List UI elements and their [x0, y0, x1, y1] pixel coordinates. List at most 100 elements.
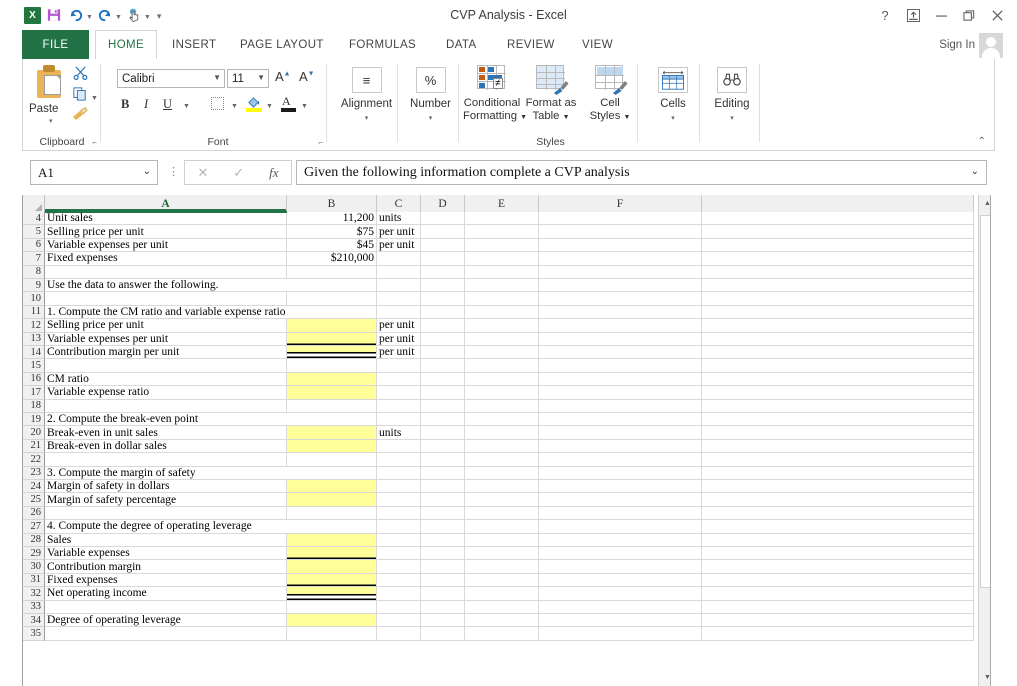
- cell-A23[interactable]: 3. Compute the margin of safety: [45, 467, 287, 480]
- tab-data[interactable]: DATA: [434, 30, 489, 59]
- tab-file[interactable]: FILE: [22, 30, 89, 59]
- column-header-B[interactable]: B: [287, 195, 377, 212]
- cell-F23[interactable]: [539, 466, 702, 480]
- cell-C6[interactable]: per unit: [377, 238, 421, 253]
- row-header-13[interactable]: 13: [23, 332, 45, 346]
- cell-D12[interactable]: [421, 319, 465, 333]
- paste-dropdown-caret[interactable]: ▾: [49, 117, 53, 125]
- cell-E15[interactable]: [465, 359, 539, 373]
- cell-B15[interactable]: [287, 359, 377, 373]
- cell-B30[interactable]: [287, 560, 377, 574]
- cell-C13[interactable]: per unit: [377, 332, 421, 346]
- row-header-23[interactable]: 23: [23, 466, 45, 480]
- cell-E12[interactable]: [465, 319, 539, 333]
- cell-D24[interactable]: [421, 480, 465, 494]
- restore-button[interactable]: [955, 4, 983, 26]
- cell-A31[interactable]: Fixed expenses: [45, 573, 287, 588]
- cell-C35[interactable]: [377, 627, 421, 641]
- cell-E8[interactable]: [465, 265, 539, 279]
- cell-B7[interactable]: $210,000: [287, 252, 377, 266]
- cell-B21[interactable]: [287, 439, 377, 454]
- italic-button[interactable]: I: [144, 97, 148, 112]
- avatar[interactable]: [979, 33, 1003, 58]
- cell-F33[interactable]: [539, 600, 702, 614]
- column-header-C[interactable]: C: [377, 195, 421, 212]
- redo-dropdown-caret[interactable]: ▼: [115, 14, 122, 21]
- touch-mouse-mode-icon[interactable]: [124, 5, 144, 25]
- font-size-input[interactable]: 11 ▼: [227, 69, 269, 88]
- cell-E18[interactable]: [465, 399, 539, 413]
- cell-E13[interactable]: [465, 332, 539, 346]
- cell-G28[interactable]: [702, 533, 974, 547]
- paste-button[interactable]: Paste: [29, 103, 58, 115]
- cell-E10[interactable]: [465, 292, 539, 306]
- undo-icon[interactable]: [66, 5, 86, 25]
- cell-G30[interactable]: [702, 560, 974, 574]
- cell-C19[interactable]: [377, 413, 421, 427]
- cell-A18[interactable]: [45, 399, 287, 413]
- cell-G34[interactable]: [702, 614, 974, 628]
- cell-D23[interactable]: [421, 466, 465, 480]
- cell-E21[interactable]: [465, 439, 539, 454]
- cell-G20[interactable]: [702, 426, 974, 440]
- cell-A35[interactable]: [45, 627, 287, 641]
- cell-B14[interactable]: [287, 346, 377, 360]
- cell-E11[interactable]: [465, 305, 539, 320]
- cell-D9[interactable]: [421, 279, 465, 293]
- font-color-icon[interactable]: A: [281, 94, 296, 112]
- undo-dropdown-caret[interactable]: ▼: [86, 14, 93, 21]
- alignment-caret[interactable]: ▾: [335, 114, 398, 122]
- cell-A12[interactable]: Selling price per unit: [45, 319, 287, 333]
- expand-formula-bar-caret-icon[interactable]: ⌄: [971, 166, 979, 177]
- cell-A17[interactable]: Variable expense ratio: [45, 386, 287, 400]
- row-header-4[interactable]: 4: [23, 212, 45, 226]
- cell-F16[interactable]: [539, 372, 702, 387]
- cell-G10[interactable]: [702, 292, 974, 306]
- row-header-26[interactable]: 26: [23, 506, 45, 521]
- row-header-28[interactable]: 28: [23, 533, 45, 547]
- cell-D22[interactable]: [421, 453, 465, 467]
- row-header-11[interactable]: 11: [23, 305, 45, 320]
- copy-icon[interactable]: [73, 87, 87, 104]
- cell-C21[interactable]: [377, 439, 421, 454]
- borders-icon[interactable]: [211, 97, 224, 110]
- cell-D7[interactable]: [421, 252, 465, 266]
- row-header-20[interactable]: 20: [23, 426, 45, 440]
- cell-A9[interactable]: Use the data to answer the following.: [45, 279, 287, 293]
- sign-in-link[interactable]: Sign In: [939, 30, 975, 59]
- cell-E7[interactable]: [465, 252, 539, 266]
- cell-G22[interactable]: [702, 453, 974, 467]
- alignment-button[interactable]: Alignment: [335, 98, 398, 110]
- cell-B28[interactable]: [287, 533, 377, 547]
- cell-D20[interactable]: [421, 426, 465, 440]
- cell-A34[interactable]: Degree of operating leverage: [45, 614, 287, 628]
- cell-C23[interactable]: [377, 466, 421, 480]
- editing-button[interactable]: Editing: [704, 98, 760, 110]
- cell-D10[interactable]: [421, 292, 465, 306]
- row-header-14[interactable]: 14: [23, 346, 45, 360]
- row-header-7[interactable]: 7: [23, 252, 45, 266]
- font-dialog-launcher[interactable]: ⌐: [318, 138, 323, 147]
- row-header-24[interactable]: 24: [23, 480, 45, 494]
- cell-B8[interactable]: [287, 265, 377, 279]
- cell-G9[interactable]: [702, 279, 974, 293]
- font-name-input[interactable]: Calibri ▼: [117, 69, 225, 88]
- cell-C30[interactable]: [377, 560, 421, 574]
- cell-B9[interactable]: [287, 279, 377, 293]
- cell-A30[interactable]: Contribution margin: [45, 560, 287, 574]
- cell-D28[interactable]: [421, 533, 465, 547]
- cell-F9[interactable]: [539, 279, 702, 293]
- cell-D32[interactable]: [421, 587, 465, 601]
- cell-B20[interactable]: [287, 426, 377, 440]
- cell-D27[interactable]: [421, 520, 465, 534]
- row-header-27[interactable]: 27: [23, 520, 45, 534]
- cell-B34[interactable]: [287, 614, 377, 628]
- cell-B33[interactable]: [287, 600, 377, 614]
- cell-G19[interactable]: [702, 413, 974, 427]
- cell-C34[interactable]: [377, 614, 421, 628]
- cell-D14[interactable]: [421, 346, 465, 360]
- help-button[interactable]: ?: [871, 4, 899, 26]
- cell-D5[interactable]: [421, 225, 465, 239]
- cell-A28[interactable]: Sales: [45, 533, 287, 547]
- touch-mode-caret[interactable]: ▼: [144, 14, 151, 21]
